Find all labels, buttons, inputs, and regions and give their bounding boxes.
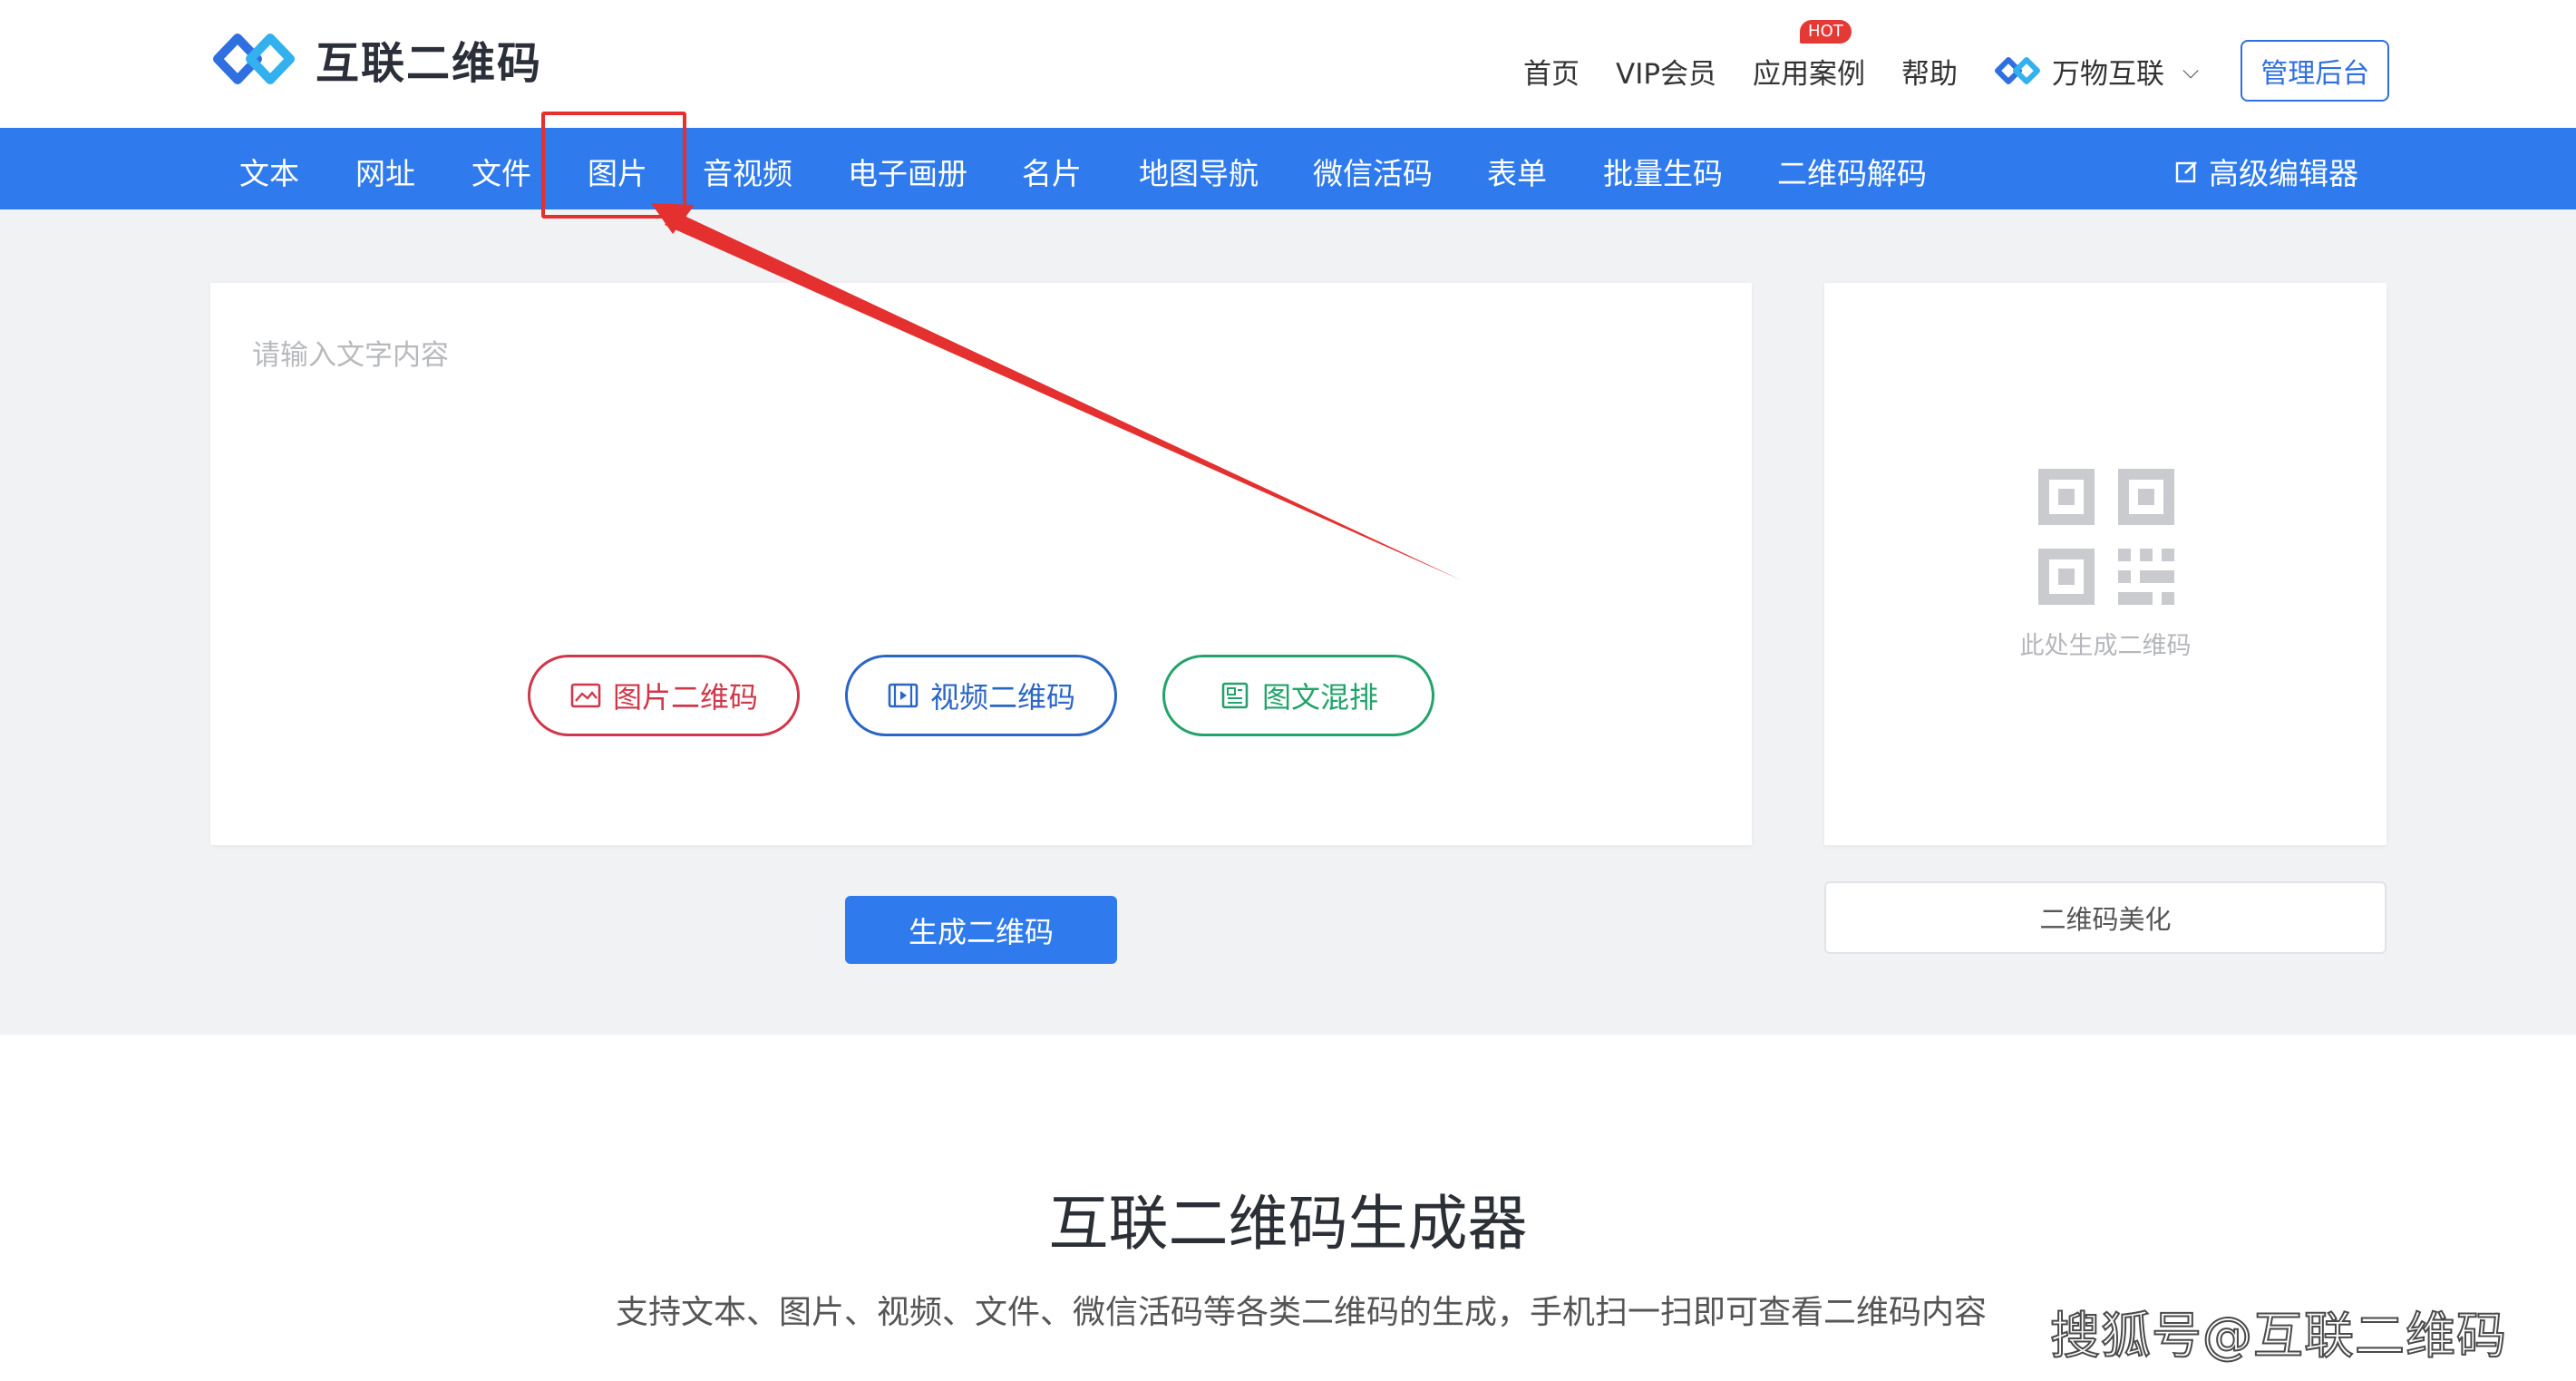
nav-cases[interactable]: HOT 应用案例 — [1753, 19, 1866, 92]
generate-qr-button[interactable]: 生成二维码 — [845, 896, 1117, 964]
tab-text[interactable]: 文本 — [239, 150, 299, 193]
qr-code-icon — [2038, 469, 2174, 605]
nav-home[interactable]: 首页 — [1523, 51, 1580, 92]
logo-text: 互联二维码 — [316, 38, 543, 89]
brand-logo-icon — [1995, 57, 2041, 84]
admin-button[interactable]: 管理后台 — [2241, 40, 2390, 102]
tab-ebook[interactable]: 电子画册 — [848, 150, 967, 193]
tab-audio-video[interactable]: 音视频 — [703, 150, 792, 193]
image-icon — [570, 683, 601, 708]
qr-preview-placeholder: 此处生成二维码 — [2019, 632, 2192, 660]
top-nav: 首页 VIP会员 HOT 应用案例 帮助 万物互联 ⌵ 管理后台 — [1523, 19, 2390, 102]
nav-vip[interactable]: VIP会员 — [1616, 51, 1716, 92]
advanced-editor-label: 高级编辑器 — [2209, 156, 2358, 191]
annotation-highlight-box — [541, 112, 686, 219]
edit-icon — [2175, 161, 2197, 183]
document-icon — [1221, 682, 1249, 709]
nav-help[interactable]: 帮助 — [1901, 51, 1958, 92]
tab-form[interactable]: 表单 — [1487, 150, 1547, 193]
chevron-down-icon: ⌵ — [2182, 58, 2200, 83]
tab-qr-decode[interactable]: 二维码解码 — [1777, 150, 1927, 193]
nav-cases-label: 应用案例 — [1753, 57, 1866, 91]
watermark: 搜狐号@互联二维码 — [2049, 1306, 2507, 1366]
tab-batch-generate[interactable]: 批量生码 — [1603, 150, 1723, 193]
video-icon — [888, 683, 919, 708]
editor-card: 图片二维码 视频二维码 图文混排 — [210, 283, 1752, 845]
qr-beautify-button[interactable]: 二维码美化 — [1824, 881, 2386, 954]
tab-url[interactable]: 网址 — [355, 150, 415, 193]
tab-wechat-live-code[interactable]: 微信活码 — [1313, 150, 1433, 193]
hot-badge: HOT — [1800, 19, 1852, 44]
tab-business-card[interactable]: 名片 — [1022, 150, 1082, 193]
tab-file[interactable]: 文件 — [471, 150, 531, 193]
image-qr-button[interactable]: 图片二维码 — [528, 655, 800, 736]
text-content-input[interactable] — [252, 319, 1703, 392]
brand-dropdown[interactable]: 万物互联 ⌵ — [1994, 51, 2199, 92]
type-tab-bar: 文本 网址 文件 图片 音视频 电子画册 名片 地图导航 微信活码 表单 批量生… — [0, 128, 2576, 209]
logo-icon — [213, 34, 295, 84]
section-title: 互联二维码生成器 — [1048, 1189, 1528, 1259]
video-qr-button[interactable]: 视频二维码 — [845, 655, 1117, 736]
qr-preview-card: 此处生成二维码 — [1824, 283, 2386, 845]
mixed-layout-label: 图文混排 — [1261, 680, 1378, 715]
site-logo[interactable]: 互联二维码 — [210, 27, 542, 91]
advanced-editor-link[interactable]: 高级编辑器 — [2174, 150, 2358, 193]
video-qr-label: 视频二维码 — [929, 680, 1075, 715]
brand-dropdown-label: 万物互联 — [2052, 57, 2165, 91]
tab-map-navigation[interactable]: 地图导航 — [1139, 150, 1259, 193]
image-qr-label: 图片二维码 — [612, 680, 758, 715]
mixed-layout-button[interactable]: 图文混排 — [1162, 655, 1434, 736]
site-header: 互联二维码 首页 VIP会员 HOT 应用案例 帮助 万物互联 ⌵ 管理后台 — [0, 0, 2576, 128]
